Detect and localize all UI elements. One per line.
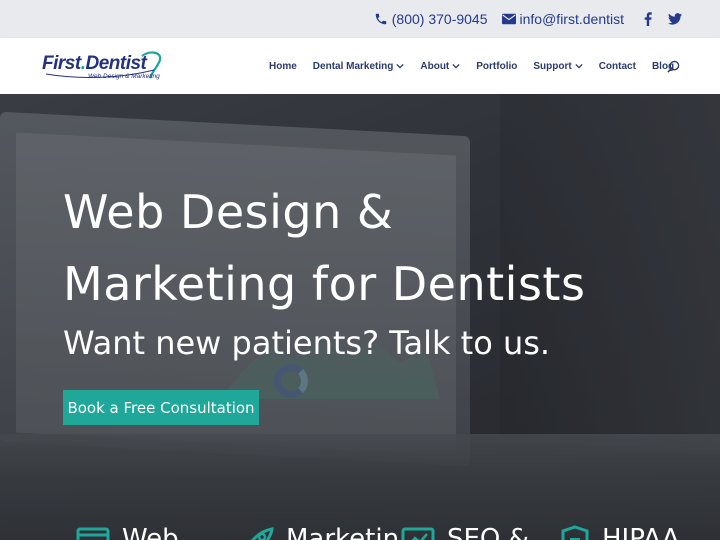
hero-title-line-2: Marketing for Dentists bbox=[63, 257, 586, 311]
nav-label: About bbox=[420, 60, 450, 72]
hero-subtitle: Want new patients? Talk to us. bbox=[63, 324, 551, 362]
nav-label: Dental Marketing bbox=[312, 60, 394, 72]
nav-item-portfolio[interactable]: Portfolio bbox=[476, 61, 517, 72]
site-header: First.Dentist Web Design & Marketing Hom… bbox=[0, 38, 720, 94]
feature-marketing[interactable]: Marketin bbox=[240, 524, 399, 540]
feature-hipaa[interactable]: HIPAA bbox=[560, 524, 680, 540]
search-icon[interactable] bbox=[667, 60, 680, 73]
chevron-down-icon bbox=[396, 63, 405, 69]
feature-label: Marketin bbox=[286, 524, 400, 540]
features-row: Web Marketin SEO & HIPAA bbox=[0, 514, 720, 540]
nav-item-home[interactable]: Home bbox=[269, 61, 297, 72]
browser-window-icon bbox=[76, 527, 110, 540]
feature-seo[interactable]: SEO & bbox=[401, 524, 529, 540]
rocket-icon bbox=[251, 527, 274, 540]
logo-tagline: Web Design & Marketing bbox=[88, 73, 160, 80]
nav-item-dental-marketing[interactable]: Dental Marketing bbox=[313, 61, 405, 72]
chevron-down-icon bbox=[575, 63, 583, 69]
top-bar: (800) 370-9045 info@first.dentist bbox=[0, 0, 720, 38]
feature-web[interactable]: Web bbox=[76, 524, 179, 540]
book-consultation-button[interactable]: Book a Free Consultation bbox=[63, 390, 259, 425]
phone-icon bbox=[375, 13, 387, 25]
main-nav: Home Dental Marketing About Portfolio Su… bbox=[269, 38, 690, 94]
logo-wordmark: First.Dentist bbox=[42, 53, 147, 75]
facebook-icon[interactable] bbox=[644, 12, 652, 26]
hero-title-line-1: Web Design & bbox=[63, 185, 394, 239]
chevron-down-icon bbox=[452, 63, 460, 69]
hero-title: Web Design & Marketing for Dentists bbox=[63, 176, 663, 320]
nav-label: Contact bbox=[598, 60, 636, 72]
envelope-icon bbox=[501, 13, 516, 25]
shield-lock-icon bbox=[561, 525, 589, 540]
nav-label: Home bbox=[269, 60, 297, 72]
feature-label: Web bbox=[122, 524, 179, 540]
nav-item-contact[interactable]: Contact bbox=[599, 61, 636, 72]
nav-label: Portfolio bbox=[476, 60, 518, 72]
feature-label: SEO & bbox=[447, 524, 529, 540]
phone-link[interactable]: (800) 370-9045 bbox=[374, 11, 488, 27]
monitor-chart-icon bbox=[401, 527, 435, 540]
social-links bbox=[644, 12, 682, 26]
nav-label: Support bbox=[533, 60, 572, 72]
nav-item-support[interactable]: Support bbox=[533, 60, 583, 72]
twitter-icon[interactable] bbox=[668, 13, 682, 25]
email-address: info@first.dentist bbox=[519, 11, 624, 27]
logo[interactable]: First.Dentist Web Design & Marketing bbox=[42, 50, 164, 82]
hero-section: Web Design & Marketing for Dentists Want… bbox=[0, 94, 720, 540]
email-link[interactable]: info@first.dentist bbox=[501, 11, 624, 27]
logo-first: First bbox=[42, 53, 81, 74]
nav-item-about[interactable]: About bbox=[420, 61, 460, 72]
phone-number: (800) 370-9045 bbox=[391, 11, 488, 27]
feature-label: HIPAA bbox=[602, 524, 680, 540]
logo-second: Dentist bbox=[85, 53, 147, 74]
